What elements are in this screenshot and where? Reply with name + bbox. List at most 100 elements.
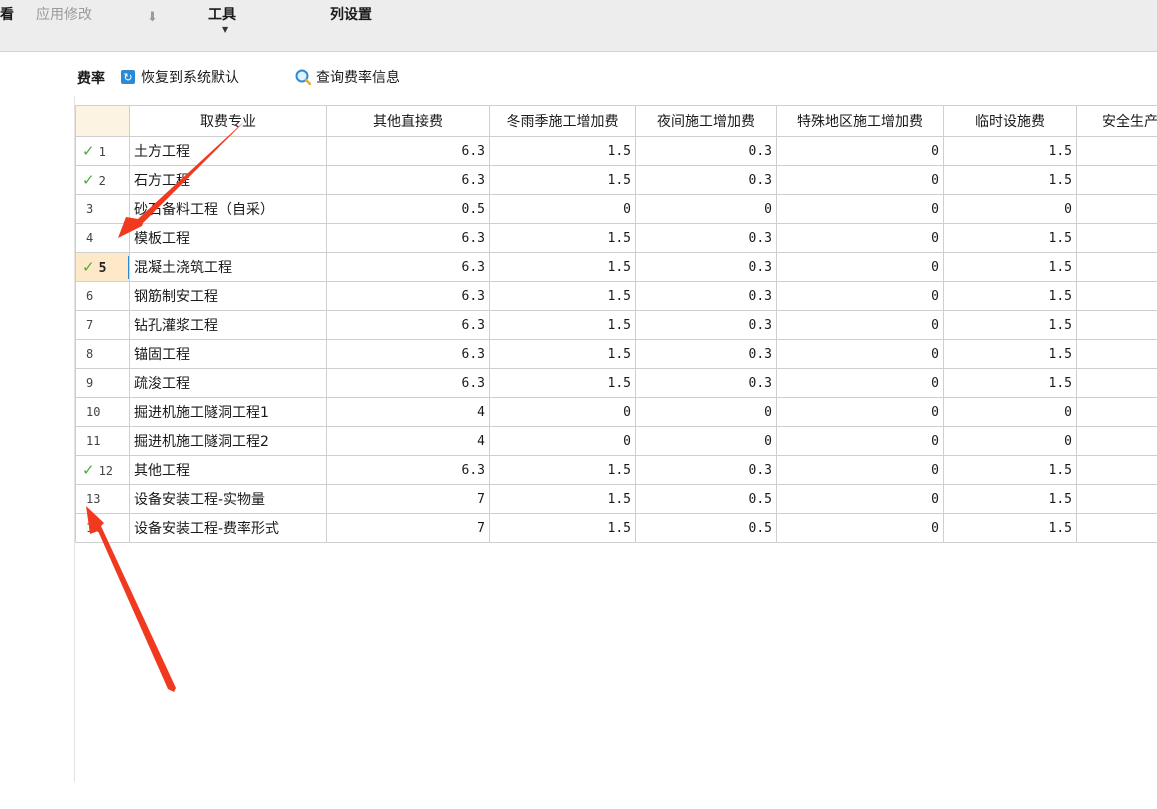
column-header-special-area-fee[interactable]: 特殊地区施工增加费 bbox=[776, 105, 944, 137]
other-direct-fee-cell[interactable]: 7 bbox=[326, 484, 490, 514]
row-index-cell[interactable]: 3 bbox=[75, 194, 130, 224]
row-index-cell[interactable]: ✓ 2 bbox=[75, 165, 130, 195]
winter-rain-fee-cell[interactable]: 1.5 bbox=[489, 165, 636, 195]
special-area-fee-cell[interactable]: 0 bbox=[776, 484, 944, 514]
special-area-fee-cell[interactable]: 0 bbox=[776, 513, 944, 543]
safety-fee-cell[interactable] bbox=[1076, 339, 1157, 369]
table-row[interactable]: 13 设备安装工程-实物量 7 1.5 0.5 0 1.5 bbox=[75, 484, 1157, 514]
apply-changes-button[interactable]: 应用修改 bbox=[36, 4, 92, 24]
specialty-name-cell[interactable]: 设备安装工程-费率形式 bbox=[129, 513, 327, 543]
specialty-name-cell[interactable]: 石方工程 bbox=[129, 165, 327, 195]
table-row[interactable]: ✓ 1 土方工程 6.3 1.5 0.3 0 1.5 bbox=[75, 136, 1157, 166]
row-index-cell[interactable]: 10 bbox=[75, 397, 130, 427]
row-index-cell[interactable]: 9 bbox=[75, 368, 130, 398]
night-fee-cell[interactable]: 0.3 bbox=[635, 310, 777, 340]
specialty-name-cell[interactable]: 锚固工程 bbox=[129, 339, 327, 369]
temp-facility-fee-cell[interactable]: 1.5 bbox=[943, 368, 1077, 398]
other-direct-fee-cell[interactable]: 6.3 bbox=[326, 252, 490, 282]
special-area-fee-cell[interactable]: 0 bbox=[776, 426, 944, 456]
temp-facility-fee-cell[interactable]: 1.5 bbox=[943, 281, 1077, 311]
other-direct-fee-cell[interactable]: 6.3 bbox=[326, 368, 490, 398]
temp-facility-fee-cell[interactable]: 1.5 bbox=[943, 136, 1077, 166]
row-index-cell[interactable]: ✓ 5 bbox=[75, 252, 130, 282]
winter-rain-fee-cell[interactable]: 1.5 bbox=[489, 513, 636, 543]
row-index-cell[interactable]: 11 bbox=[75, 426, 130, 456]
safety-fee-cell[interactable] bbox=[1076, 252, 1157, 282]
winter-rain-fee-cell[interactable]: 1.5 bbox=[489, 310, 636, 340]
night-fee-cell[interactable]: 0.3 bbox=[635, 165, 777, 195]
safety-fee-cell[interactable] bbox=[1076, 426, 1157, 456]
temp-facility-fee-cell[interactable]: 1.5 bbox=[943, 252, 1077, 282]
night-fee-cell[interactable]: 0 bbox=[635, 426, 777, 456]
other-direct-fee-cell[interactable]: 6.3 bbox=[326, 281, 490, 311]
night-fee-cell[interactable]: 0.3 bbox=[635, 281, 777, 311]
column-header-safety-fee[interactable]: 安全生产措 bbox=[1076, 105, 1157, 137]
special-area-fee-cell[interactable]: 0 bbox=[776, 223, 944, 253]
column-header-winter-rain-fee[interactable]: 冬雨季施工增加费 bbox=[489, 105, 636, 137]
night-fee-cell[interactable]: 0.3 bbox=[635, 368, 777, 398]
safety-fee-cell[interactable] bbox=[1076, 484, 1157, 514]
safety-fee-cell[interactable] bbox=[1076, 223, 1157, 253]
safety-fee-cell[interactable] bbox=[1076, 513, 1157, 543]
special-area-fee-cell[interactable]: 0 bbox=[776, 368, 944, 398]
tools-caret-icon[interactable]: ▼ bbox=[222, 25, 228, 34]
row-index-cell[interactable]: 14 bbox=[75, 513, 130, 543]
row-index-cell[interactable]: 4 bbox=[75, 223, 130, 253]
night-fee-cell[interactable]: 0.3 bbox=[635, 252, 777, 282]
winter-rain-fee-cell[interactable]: 0 bbox=[489, 426, 636, 456]
specialty-name-cell[interactable]: 钢筋制安工程 bbox=[129, 281, 327, 311]
table-row[interactable]: ✓ 12 其他工程 6.3 1.5 0.3 0 1.5 bbox=[75, 455, 1157, 485]
row-index-cell[interactable]: 6 bbox=[75, 281, 130, 311]
other-direct-fee-cell[interactable]: 6.3 bbox=[326, 455, 490, 485]
toolbar-edge-label[interactable]: 看 bbox=[0, 4, 14, 24]
row-index-cell[interactable]: ✓ 1 bbox=[75, 136, 130, 166]
table-row[interactable]: 9 疏浚工程 6.3 1.5 0.3 0 1.5 bbox=[75, 368, 1157, 398]
column-header-specialty[interactable]: 取费专业 bbox=[129, 105, 327, 137]
temp-facility-fee-cell[interactable]: 1.5 bbox=[943, 223, 1077, 253]
arrow-down-icon[interactable]: ⬇ bbox=[147, 10, 158, 25]
special-area-fee-cell[interactable]: 0 bbox=[776, 455, 944, 485]
other-direct-fee-cell[interactable]: 6.3 bbox=[326, 165, 490, 195]
table-row[interactable]: 14 设备安装工程-费率形式 7 1.5 0.5 0 1.5 bbox=[75, 513, 1157, 543]
night-fee-cell[interactable]: 0.3 bbox=[635, 339, 777, 369]
specialty-name-cell[interactable]: 土方工程 bbox=[129, 136, 327, 166]
table-row[interactable]: 10 掘进机施工隧洞工程1 4 0 0 0 0 bbox=[75, 397, 1157, 427]
winter-rain-fee-cell[interactable]: 1.5 bbox=[489, 368, 636, 398]
row-index-cell[interactable]: 8 bbox=[75, 339, 130, 369]
winter-rain-fee-cell[interactable]: 1.5 bbox=[489, 455, 636, 485]
table-row[interactable]: 7 钻孔灌浆工程 6.3 1.5 0.3 0 1.5 bbox=[75, 310, 1157, 340]
temp-facility-fee-cell[interactable]: 1.5 bbox=[943, 455, 1077, 485]
safety-fee-cell[interactable] bbox=[1076, 136, 1157, 166]
winter-rain-fee-cell[interactable]: 1.5 bbox=[489, 484, 636, 514]
column-header-night-fee[interactable]: 夜间施工增加费 bbox=[635, 105, 777, 137]
winter-rain-fee-cell[interactable]: 1.5 bbox=[489, 136, 636, 166]
other-direct-fee-cell[interactable]: 7 bbox=[326, 513, 490, 543]
winter-rain-fee-cell[interactable]: 1.5 bbox=[489, 223, 636, 253]
table-row[interactable]: 3 砂石备料工程（自采） 0.5 0 0 0 0 bbox=[75, 194, 1157, 224]
winter-rain-fee-cell[interactable]: 0 bbox=[489, 397, 636, 427]
special-area-fee-cell[interactable]: 0 bbox=[776, 136, 944, 166]
temp-facility-fee-cell[interactable]: 0 bbox=[943, 426, 1077, 456]
temp-facility-fee-cell[interactable]: 1.5 bbox=[943, 310, 1077, 340]
temp-facility-fee-cell[interactable]: 1.5 bbox=[943, 513, 1077, 543]
temp-facility-fee-cell[interactable]: 1.5 bbox=[943, 165, 1077, 195]
other-direct-fee-cell[interactable]: 6.3 bbox=[326, 339, 490, 369]
safety-fee-cell[interactable] bbox=[1076, 194, 1157, 224]
winter-rain-fee-cell[interactable]: 1.5 bbox=[489, 281, 636, 311]
special-area-fee-cell[interactable]: 0 bbox=[776, 397, 944, 427]
night-fee-cell[interactable]: 0 bbox=[635, 194, 777, 224]
restore-default-button[interactable]: ↻ 恢复到系统默认 bbox=[121, 66, 239, 88]
specialty-name-cell[interactable]: 掘进机施工隧洞工程2 bbox=[129, 426, 327, 456]
specialty-name-cell[interactable]: 砂石备料工程（自采） bbox=[129, 194, 327, 224]
winter-rain-fee-cell[interactable]: 1.5 bbox=[489, 252, 636, 282]
night-fee-cell[interactable]: 0.5 bbox=[635, 484, 777, 514]
specialty-name-cell[interactable]: 掘进机施工隧洞工程1 bbox=[129, 397, 327, 427]
special-area-fee-cell[interactable]: 0 bbox=[776, 194, 944, 224]
night-fee-cell[interactable]: 0 bbox=[635, 397, 777, 427]
specialty-name-cell[interactable]: 其他工程 bbox=[129, 455, 327, 485]
other-direct-fee-cell[interactable]: 6.3 bbox=[326, 310, 490, 340]
corner-header[interactable] bbox=[75, 105, 130, 137]
specialty-name-cell[interactable]: 模板工程 bbox=[129, 223, 327, 253]
other-direct-fee-cell[interactable]: 6.3 bbox=[326, 223, 490, 253]
temp-facility-fee-cell[interactable]: 1.5 bbox=[943, 339, 1077, 369]
